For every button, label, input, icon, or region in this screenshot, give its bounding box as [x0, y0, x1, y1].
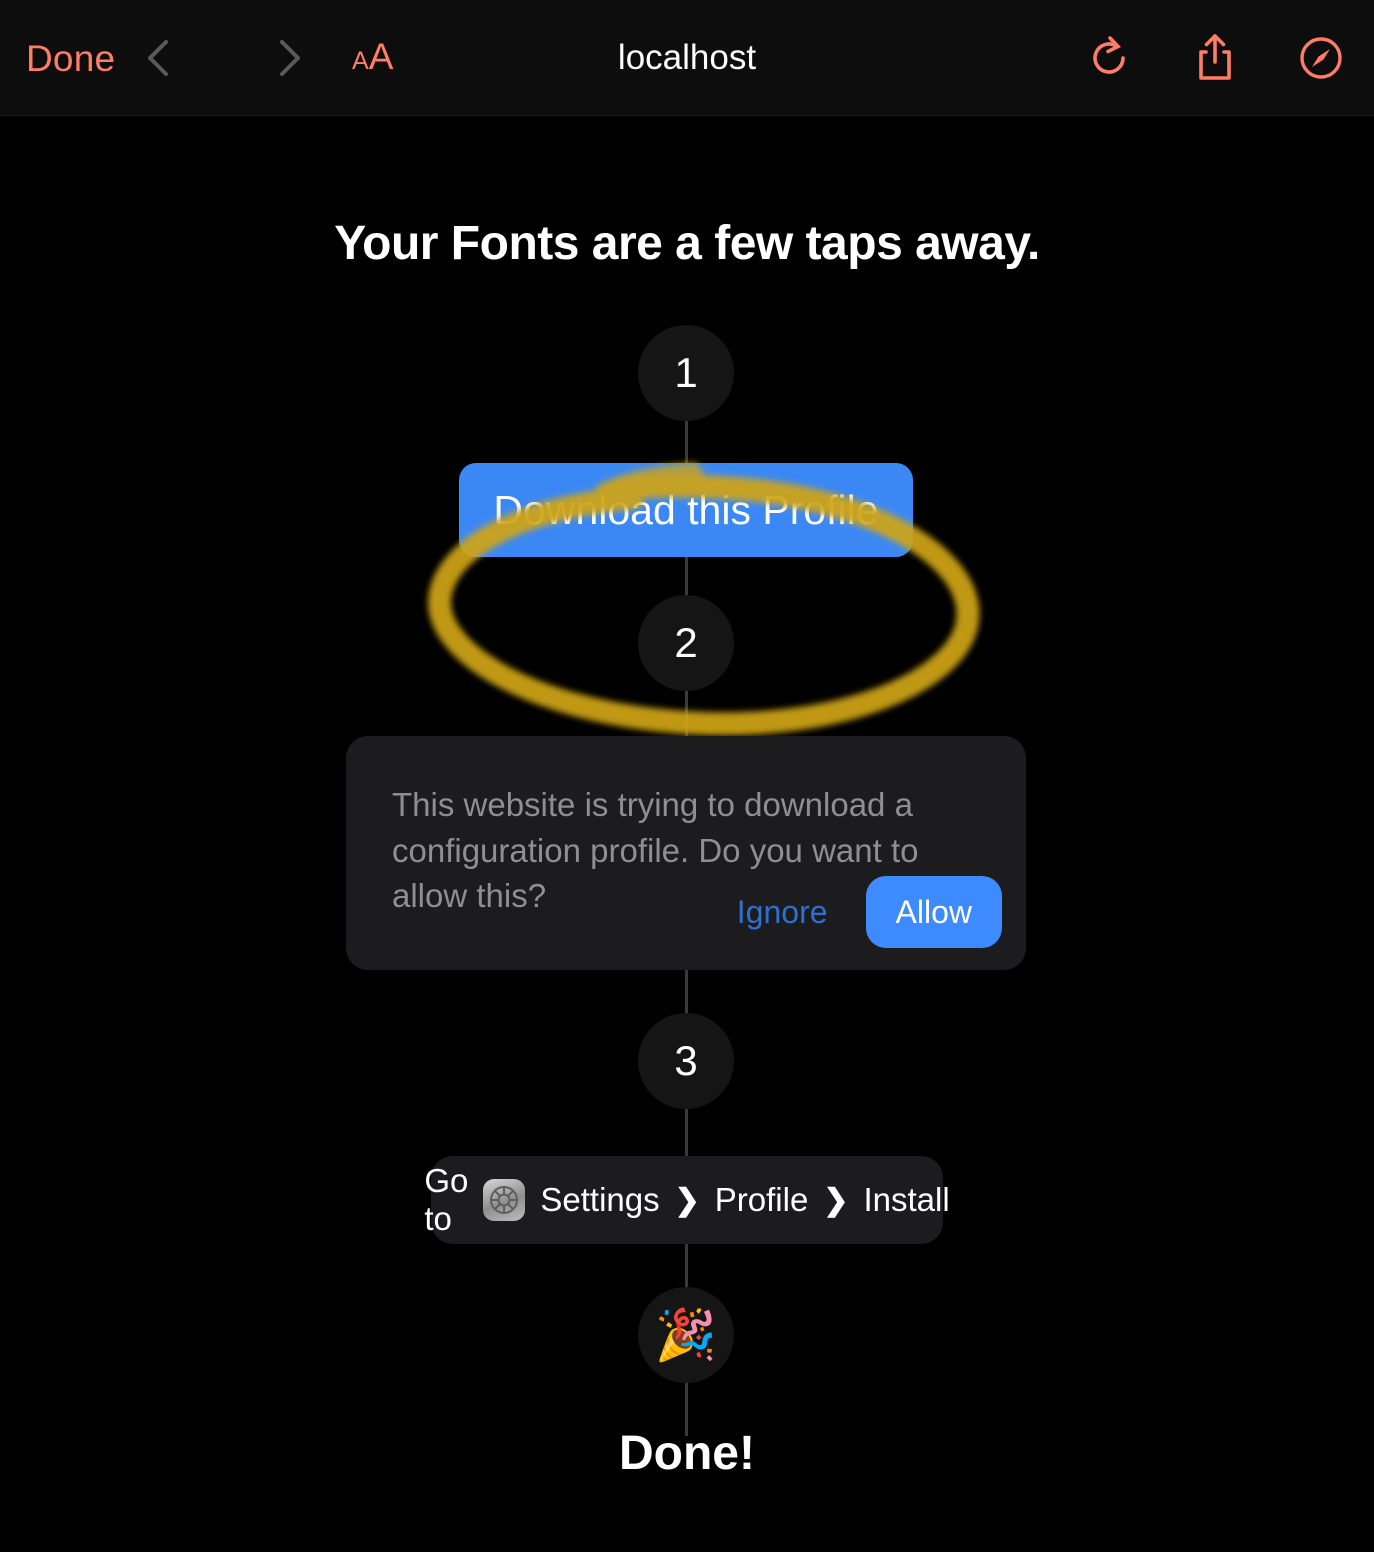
step-circle-3: 3 — [638, 1013, 734, 1109]
party-popper-icon: 🎉 — [654, 1307, 718, 1363]
settings-gear-icon — [483, 1179, 526, 1221]
browser-toolbar: Done AA localhost — [0, 0, 1374, 116]
step-circle-1: 1 — [638, 325, 734, 421]
reload-button[interactable] — [1082, 28, 1136, 88]
celebration-circle: 🎉 — [638, 1287, 734, 1383]
path-prefix-label: Go to — [424, 1162, 469, 1237]
open-in-safari-button[interactable] — [1294, 28, 1348, 88]
toolbar-actions — [1082, 28, 1348, 88]
done-label: Done! — [619, 1427, 755, 1480]
share-icon — [1199, 34, 1231, 80]
ignore-button[interactable]: Ignore — [723, 884, 842, 941]
web-content: Your Fonts are a few taps away. 1 Downlo… — [0, 116, 1374, 1552]
dialog-actions: Ignore Allow — [723, 876, 1002, 948]
gear-glyph-icon — [490, 1186, 519, 1214]
path-crumb-install: Install — [863, 1181, 950, 1218]
settings-path-pill: Go to Settings ❯ Profile ❯ Install — [424, 1156, 950, 1244]
allow-button[interactable]: Allow — [865, 876, 1002, 948]
path-crumb-settings: Settings — [540, 1181, 660, 1218]
step-circle-2: 2 — [638, 595, 734, 691]
share-button[interactable] — [1188, 28, 1242, 88]
download-profile-button[interactable]: Download this Profile — [459, 463, 913, 557]
chevron-right-separator-1: ❯ — [674, 1183, 700, 1217]
profile-download-dialog: This website is trying to download a con… — [346, 736, 1026, 970]
chevron-right-separator-2: ❯ — [823, 1183, 849, 1217]
path-crumb-profile: Profile — [714, 1181, 809, 1218]
safari-compass-icon — [1300, 37, 1342, 79]
reload-icon — [1093, 36, 1125, 74]
headline: Your Fonts are a few taps away. — [334, 217, 1040, 270]
